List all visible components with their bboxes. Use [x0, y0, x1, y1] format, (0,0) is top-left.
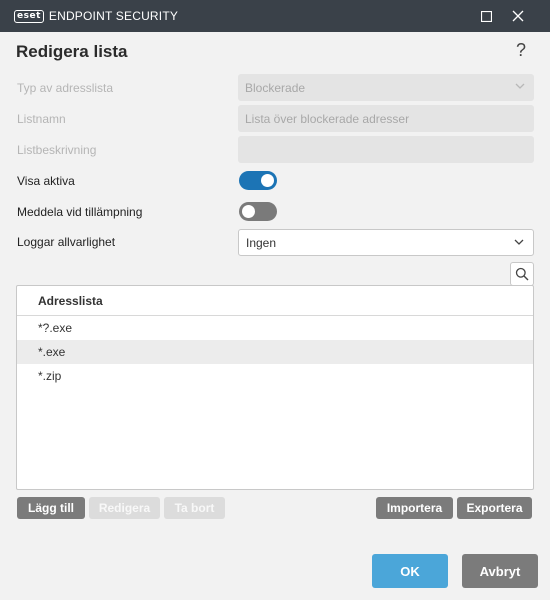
address-list-header[interactable]: Adresslista: [17, 286, 533, 316]
list-item[interactable]: *?.exe: [17, 316, 533, 340]
dialog-title: Redigera lista: [16, 42, 128, 61]
cancel-button[interactable]: Avbryt: [462, 554, 538, 588]
search-button[interactable]: [510, 262, 534, 286]
close-button[interactable]: [502, 0, 534, 32]
logo-mark: eset: [14, 9, 44, 23]
help-button[interactable]: ?: [512, 40, 530, 62]
list-item[interactable]: *.zip: [17, 364, 533, 388]
list-item[interactable]: *.exe: [17, 340, 533, 364]
title-bar: eset ENDPOINT SECURITY: [0, 0, 550, 32]
close-icon: [512, 10, 524, 22]
chevron-down-icon: [515, 83, 525, 89]
list-type-value: Blockerade: [245, 80, 306, 95]
ok-button[interactable]: OK: [372, 554, 448, 588]
list-type-select: Blockerade: [238, 74, 534, 101]
delete-button[interactable]: Ta bort: [164, 497, 225, 519]
search-icon: [515, 267, 529, 281]
list-description-field: [238, 136, 534, 163]
address-list: Adresslista *?.exe *.exe *.zip: [16, 285, 534, 490]
export-button[interactable]: Exportera: [457, 497, 532, 519]
list-description-label: Listbeskrivning: [17, 143, 97, 157]
notify-on-apply-toggle[interactable]: [239, 202, 277, 221]
list-name-field: Lista över blockerade adresser: [238, 105, 534, 132]
log-severity-select[interactable]: Ingen: [238, 229, 534, 256]
show-active-toggle[interactable]: [239, 171, 277, 190]
toggle-knob: [242, 205, 255, 218]
product-name: ENDPOINT SECURITY: [48, 9, 179, 23]
import-button[interactable]: Importera: [376, 497, 453, 519]
maximize-button[interactable]: [470, 0, 502, 32]
notify-on-apply-label: Meddela vid tillämpning: [17, 205, 143, 219]
log-severity-value: Ingen: [246, 235, 277, 250]
list-type-label: Typ av adresslista: [17, 81, 114, 95]
list-name-value: Lista över blockerade adresser: [245, 111, 410, 126]
eset-logo: eset ENDPOINT SECURITY: [14, 9, 178, 23]
chevron-down-icon: [514, 239, 524, 245]
edit-button[interactable]: Redigera: [89, 497, 160, 519]
toggle-knob: [261, 174, 274, 187]
list-name-label: Listnamn: [17, 112, 66, 126]
log-severity-label: Loggar allvarlighet: [17, 235, 116, 249]
add-button[interactable]: Lägg till: [17, 497, 85, 519]
maximize-icon: [480, 10, 492, 22]
show-active-label: Visa aktiva: [17, 174, 75, 188]
